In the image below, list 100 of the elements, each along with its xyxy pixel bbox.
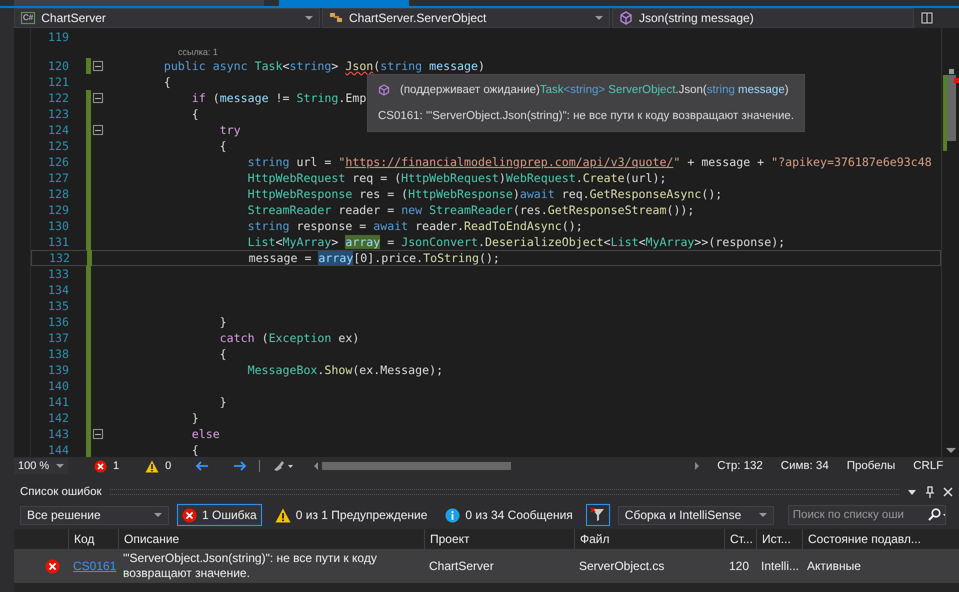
collapse-toggle[interactable] xyxy=(93,125,103,135)
code-line: HttpWebRequest req = (HttpWebRequest)WebRequest.Create(url); xyxy=(246,171,666,185)
code-line: string url = "https://financialmodelingprep.com/api/v3/quote/" + message + "?apikey=376187e6e93c48 xyxy=(246,155,932,169)
code-line: } xyxy=(218,315,227,329)
collapse-toggle[interactable] xyxy=(93,61,103,71)
line-number: 132 xyxy=(48,251,70,265)
code-line: { xyxy=(190,443,199,457)
code-line: } xyxy=(218,395,227,409)
code-line: { xyxy=(218,347,227,361)
line-number: 139 xyxy=(47,363,69,377)
line-number: 142 xyxy=(47,411,69,425)
collapse-toggle[interactable] xyxy=(93,429,103,439)
horizontal-scrollbar[interactable] xyxy=(314,461,700,471)
line-number: 143 xyxy=(47,427,69,441)
code-line: List<MyArray> array = JsonConvert.DeserializeObject<List<MyArray>>(response); xyxy=(246,235,786,249)
code-line: if (message != String.Emp xyxy=(190,91,366,105)
csharp-file-icon: C# xyxy=(21,12,36,24)
error-icon xyxy=(182,508,197,522)
search-field[interactable]: Поиск по списку оши xyxy=(788,505,946,525)
caret-icon xyxy=(758,513,767,517)
code-line: MessageBox.Show(ex.Message); xyxy=(246,363,444,377)
code-line: public async Task<string> Json(string message) xyxy=(162,59,485,73)
line-number: 122 xyxy=(47,91,69,105)
code-line: string response = await reader.ReadToEndAsync(); xyxy=(246,219,583,233)
cube-icon xyxy=(378,84,390,96)
line-number: 126 xyxy=(47,155,69,169)
warning-icon xyxy=(274,508,291,522)
filter-icon xyxy=(590,507,606,523)
error-icon[interactable] xyxy=(94,460,107,472)
type-dropdown[interactable]: ChartServer.ServerObject xyxy=(322,8,610,28)
zoom-dropdown[interactable]: 100 % xyxy=(14,458,68,474)
caret-icon xyxy=(305,16,313,20)
pin-icon[interactable] xyxy=(925,486,935,498)
code-line: message = array[0].price.ToString(); xyxy=(248,251,500,265)
line-number: 144 xyxy=(47,443,69,457)
warning-icon[interactable] xyxy=(145,460,160,472)
table-cell-text: Intelli... xyxy=(760,558,800,574)
code-line: try xyxy=(218,123,241,137)
search-icon xyxy=(926,508,945,522)
code-line: catch (Exception ex) xyxy=(218,331,360,345)
line-number: 125 xyxy=(47,139,69,153)
line-number: 131 xyxy=(47,235,69,249)
code-line: } xyxy=(190,411,199,425)
member-dropdown[interactable]: Json(string message) xyxy=(612,8,914,28)
close-icon[interactable] xyxy=(943,487,953,497)
table-cell-text: Активные xyxy=(806,558,862,574)
line-number: 123 xyxy=(47,107,69,121)
line-number: 135 xyxy=(47,299,69,313)
indentation-mode[interactable]: Пробелы xyxy=(846,460,896,472)
column-position[interactable]: Симв: 34 xyxy=(780,460,829,472)
panel-title: Список ошибок xyxy=(20,486,102,498)
code-line: HttpWebResponse res = (HttpWebResponse)await req.GetResponseAsync(); xyxy=(246,187,722,201)
error-count[interactable]: 1 xyxy=(113,460,120,472)
line-number: 133 xyxy=(47,267,69,281)
info-icon xyxy=(445,508,460,522)
line-number: 128 xyxy=(47,187,69,201)
forward-arrow-icon[interactable] xyxy=(233,460,248,472)
table-cell-text: 120 xyxy=(728,558,750,574)
table-cell-text: ServerObject.cs xyxy=(578,558,666,574)
line-number: 127 xyxy=(47,171,69,185)
line-number: 120 xyxy=(47,59,69,73)
source-dropdown[interactable]: Сборка и IntelliSense xyxy=(618,506,774,524)
caret-icon xyxy=(154,513,162,517)
code-line: { xyxy=(190,107,199,121)
collapse-toggle[interactable] xyxy=(93,93,103,103)
line-number: 138 xyxy=(47,347,69,361)
split-window-icon xyxy=(921,12,933,24)
brush-icon[interactable] xyxy=(272,460,294,472)
line-number: 140 xyxy=(47,379,69,393)
line-number: 136 xyxy=(47,315,69,329)
info-filter-button[interactable]: 0 из 34 Сообщения xyxy=(440,504,578,526)
back-arrow-icon[interactable] xyxy=(195,460,210,472)
line-position[interactable]: Стр: 132 xyxy=(717,460,763,472)
cube-icon xyxy=(619,11,633,25)
table-cell-text: '"ServerObject.Json(string)": не все пути к коду возвращают значение. xyxy=(122,551,378,581)
error-icon xyxy=(45,558,60,574)
error-row[interactable]: CS0161 '"ServerObject.Json(string)": не все пути к коду возвращают значение. ChartServer ServerObject.cs 120 Intelli... Активные xyxy=(14,549,959,583)
line-number: 141 xyxy=(47,395,69,409)
line-number: 121 xyxy=(47,75,69,89)
vertical-scrollbar[interactable] xyxy=(941,28,959,457)
codelens-reference[interactable]: ссылка: 1 xyxy=(178,46,218,56)
line-number: 130 xyxy=(47,219,69,233)
scope-dropdown[interactable]: Все решение xyxy=(20,506,169,524)
error-message: CS0161: '"ServerObject.Json(string)": не все пути к коду возвращают значение. xyxy=(378,110,794,122)
dropdown-icon[interactable] xyxy=(907,487,917,497)
line-ending[interactable]: CRLF xyxy=(913,460,944,472)
class-icon xyxy=(329,11,343,25)
table-cell-text: ChartServer xyxy=(428,558,495,574)
caret-icon xyxy=(56,464,64,468)
build-filter-toggle[interactable] xyxy=(586,504,610,526)
line-number: 137 xyxy=(47,331,69,345)
caret-icon xyxy=(595,16,603,20)
code-line: { xyxy=(218,139,227,153)
error-filter-button[interactable]: 1 Ошибка xyxy=(177,504,262,526)
warning-count[interactable]: 0 xyxy=(165,460,172,472)
line-number: 124 xyxy=(47,123,69,137)
project-dropdown[interactable]: C# ChartServer xyxy=(14,8,320,28)
warning-filter-button[interactable]: 0 из 1 Предупреждение xyxy=(270,504,432,526)
line-number: 134 xyxy=(47,283,69,297)
code-line: StreamReader reader = new StreamReader(res.GetResponseStream()); xyxy=(246,203,694,217)
